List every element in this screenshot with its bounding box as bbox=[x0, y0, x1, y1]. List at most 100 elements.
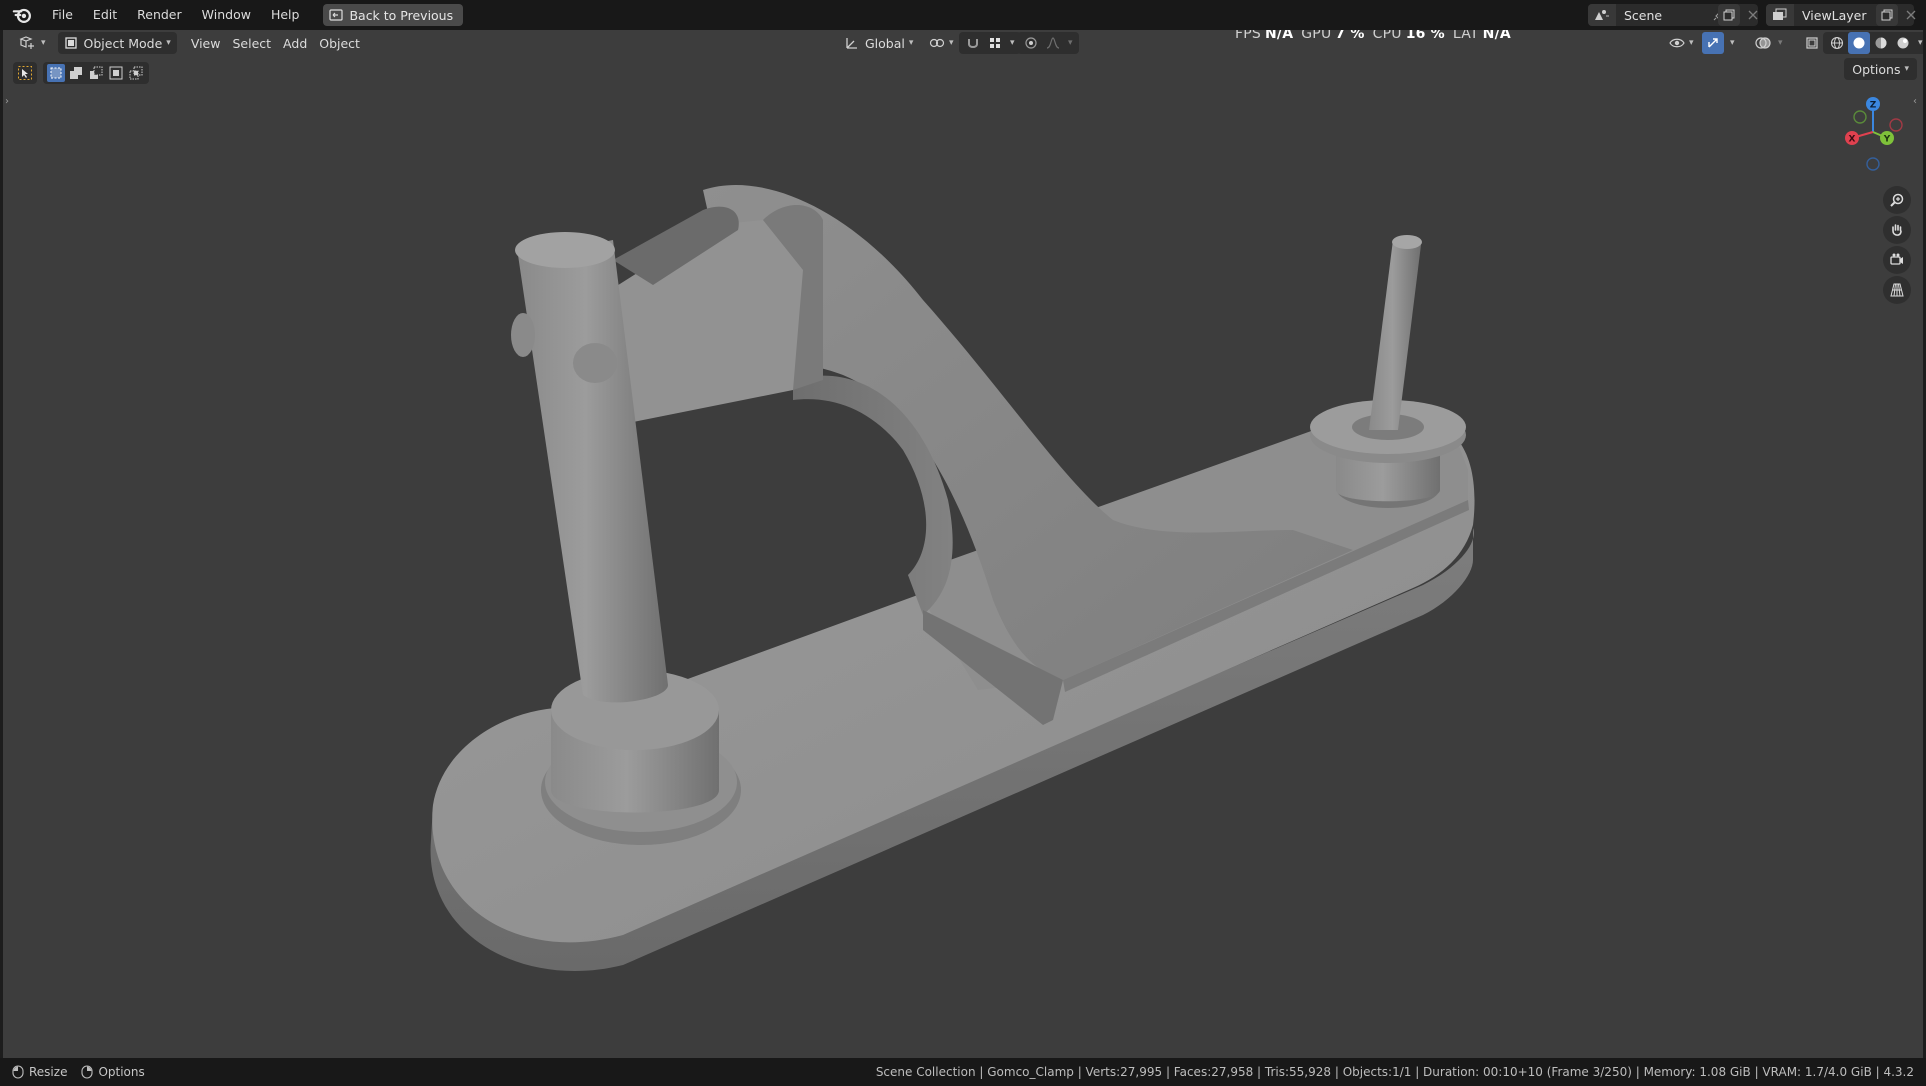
menu-edit[interactable]: Edit bbox=[83, 4, 127, 26]
scene-statistics: Scene Collection | Gomco_Clamp | Verts:2… bbox=[875, 1065, 1914, 1079]
performance-overlay: FPS N/A GPU 7 % CPU 16 % LAT N/A bbox=[1235, 30, 1519, 44]
pivot-pin-back bbox=[511, 313, 535, 357]
eye-icon bbox=[1669, 38, 1685, 48]
screen-back-icon bbox=[329, 9, 344, 21]
menu-view[interactable]: View bbox=[185, 32, 227, 54]
chevron-down-icon: ▾ bbox=[166, 38, 171, 48]
select-intersect-icon[interactable] bbox=[127, 64, 145, 82]
delete-scene-icon[interactable] bbox=[1742, 4, 1764, 26]
back-to-previous-button[interactable]: Back to Previous bbox=[323, 4, 464, 26]
blender-logo-icon[interactable] bbox=[12, 4, 34, 26]
cpu-value: 16 % bbox=[1405, 30, 1445, 42]
select-tool-button[interactable] bbox=[13, 62, 37, 84]
select-invert-icon[interactable] bbox=[107, 64, 125, 82]
orientation-label: Global bbox=[865, 35, 905, 51]
solid-shading-icon[interactable] bbox=[1848, 32, 1870, 54]
gizmo-neg-z-handle[interactable] bbox=[1866, 157, 1880, 171]
hand-icon bbox=[1892, 224, 1902, 236]
options-label: Options bbox=[1852, 61, 1901, 77]
material-preview-icon[interactable] bbox=[1870, 32, 1892, 54]
chevron-down-icon: ▾ bbox=[41, 38, 46, 48]
chevron-down-icon: ▾ bbox=[949, 38, 954, 48]
wireframe-shading-icon[interactable] bbox=[1826, 32, 1848, 54]
chevron-down-icon: ▾ bbox=[1918, 38, 1923, 48]
gpu-value: 7 % bbox=[1335, 30, 1365, 42]
3d-viewport[interactable]: ▾ Object Mode ▾ View Select Add Object G… bbox=[3, 30, 1923, 1058]
orientation-axes-icon bbox=[846, 38, 857, 49]
gizmo-toggle-group: ▾ bbox=[1699, 32, 1738, 54]
menu-render[interactable]: Render bbox=[127, 4, 192, 26]
editor-type-icon bbox=[19, 36, 34, 49]
viewport-header: ▾ Object Mode ▾ View Select Add Object G… bbox=[3, 30, 1923, 56]
object-mode-dropdown[interactable]: Object Mode ▾ bbox=[57, 32, 177, 54]
perspective-toggle-button[interactable] bbox=[1883, 276, 1911, 304]
select-cursor-icon bbox=[18, 66, 32, 80]
fps-label: FPS bbox=[1235, 30, 1261, 42]
lat-value: N/A bbox=[1482, 30, 1511, 42]
snap-toggle-icon[interactable] bbox=[962, 32, 984, 54]
snap-group: ▾ bbox=[959, 32, 1021, 54]
sidebar-expand-arrow-icon[interactable]: ‹ bbox=[1913, 96, 1917, 107]
pivot-point-dropdown[interactable]: ▾ bbox=[923, 32, 960, 54]
lat-label: LAT bbox=[1452, 30, 1479, 42]
transform-orientation-dropdown[interactable]: Global ▾ bbox=[839, 32, 919, 54]
chevron-down-icon: ▾ bbox=[1730, 38, 1735, 48]
new-view-layer-icon[interactable] bbox=[1876, 4, 1898, 26]
zoom-magnifier-icon bbox=[1890, 193, 1904, 207]
proportional-edit-icon[interactable] bbox=[1020, 32, 1042, 54]
cpu-label: CPU bbox=[1372, 30, 1402, 42]
resize-hint: Resize bbox=[12, 1065, 67, 1079]
gizmo-neg-y-handle[interactable] bbox=[1853, 110, 1867, 124]
scene-icon[interactable] bbox=[1588, 4, 1616, 26]
navigation-gizmo[interactable]: Z Y X bbox=[1833, 92, 1913, 172]
zoom-button[interactable] bbox=[1883, 186, 1911, 214]
gomco-clamp-model[interactable] bbox=[3, 30, 1923, 1058]
new-scene-icon[interactable] bbox=[1718, 4, 1740, 26]
camera-view-button[interactable] bbox=[1883, 246, 1911, 274]
chevron-down-icon: ▾ bbox=[1904, 64, 1909, 74]
overlays-icon[interactable] bbox=[1752, 32, 1774, 54]
proportional-edit-group: ▾ bbox=[1017, 32, 1079, 54]
toolbar-expand-arrow-icon[interactable]: › bbox=[5, 96, 9, 107]
visibility-dropdown[interactable]: ▾ bbox=[1663, 32, 1700, 54]
fps-value: N/A bbox=[1264, 30, 1294, 42]
options-dropdown[interactable]: Options ▾ bbox=[1844, 58, 1917, 80]
scene-name[interactable]: Scene bbox=[1616, 8, 1708, 23]
top-menu-bar: File Edit Render Window Help Back to Pre… bbox=[0, 0, 1926, 30]
select-subtract-icon[interactable] bbox=[87, 64, 105, 82]
editor-type-button[interactable]: ▾ bbox=[13, 32, 52, 54]
gizmo-neg-x-handle[interactable] bbox=[1889, 118, 1903, 132]
options-hint: Options bbox=[81, 1065, 145, 1079]
view-layer-name[interactable]: ViewLayer bbox=[1794, 8, 1886, 23]
pivot-pin bbox=[573, 343, 617, 383]
select-new-icon[interactable] bbox=[47, 64, 65, 82]
gizmo-x-label: X bbox=[1849, 135, 1856, 145]
menu-select[interactable]: Select bbox=[226, 32, 277, 54]
gizmo-toggle-icon[interactable] bbox=[1702, 32, 1724, 54]
pan-button[interactable] bbox=[1883, 216, 1911, 244]
view-layer-icon[interactable] bbox=[1766, 4, 1794, 26]
delete-view-layer-icon[interactable] bbox=[1900, 4, 1922, 26]
chevron-down-icon: ▾ bbox=[1778, 38, 1783, 48]
xray-toggle[interactable] bbox=[1799, 32, 1825, 54]
blender-window: File Edit Render Window Help Back to Pre… bbox=[0, 0, 1926, 1086]
chevron-down-icon: ▾ bbox=[908, 38, 914, 48]
snap-target-icon[interactable] bbox=[984, 32, 1006, 54]
rendered-shading-icon[interactable] bbox=[1892, 32, 1914, 54]
menu-add[interactable]: Add bbox=[277, 32, 313, 54]
gizmo-z-label: Z bbox=[1870, 101, 1877, 111]
mouse-right-icon bbox=[81, 1065, 94, 1079]
resize-label: Resize bbox=[29, 1065, 68, 1079]
menu-file[interactable]: File bbox=[42, 4, 83, 26]
chevron-down-icon: ▾ bbox=[1068, 38, 1073, 48]
object-mode-label: Object Mode bbox=[83, 35, 163, 51]
menu-window[interactable]: Window bbox=[192, 4, 261, 26]
shading-mode-group: ▾ bbox=[1823, 32, 1923, 54]
menu-object[interactable]: Object bbox=[313, 32, 366, 54]
xray-icon bbox=[1806, 37, 1818, 49]
overlay-toggle-group: ▾ bbox=[1749, 32, 1786, 54]
menu-help[interactable]: Help bbox=[261, 4, 310, 26]
left-post-cap bbox=[515, 232, 615, 268]
select-extend-icon[interactable] bbox=[67, 64, 85, 82]
falloff-curve-icon[interactable] bbox=[1042, 32, 1064, 54]
